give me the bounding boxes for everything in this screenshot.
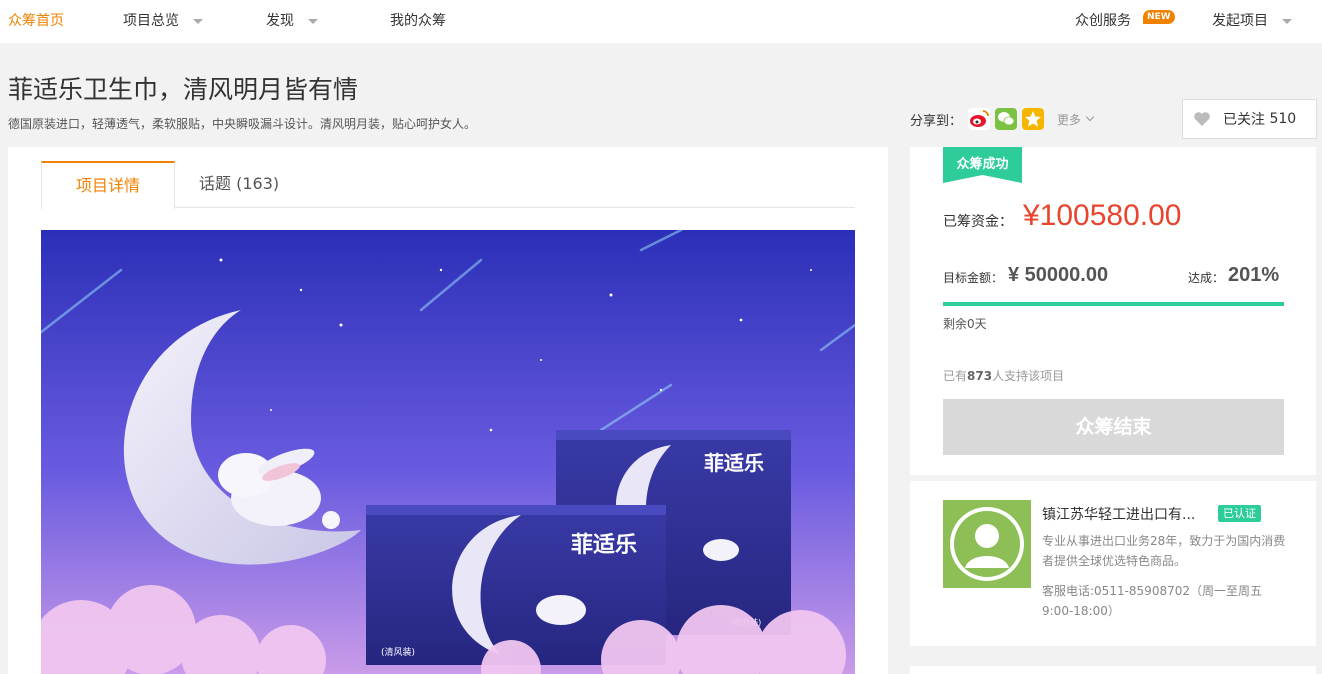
nav-home-link[interactable]: 众筹首页	[8, 0, 64, 43]
nav-launch-menu[interactable]: 发起项目	[1212, 0, 1292, 43]
user-icon	[950, 507, 1024, 581]
tab-project-details[interactable]: 项目详情	[41, 161, 175, 209]
company-name-link[interactable]: 镇江苏华轻工进出口有...	[1042, 504, 1195, 524]
follow-label: 已关注	[1223, 112, 1265, 128]
project-title: 菲适乐卫生巾，清风明月皆有情	[8, 75, 359, 104]
chevron-down-icon	[1282, 18, 1292, 24]
status-badge: 众筹成功	[956, 157, 1009, 172]
company-description: 专业从事进出口业务28年，致力于为国内消费者提供全球优选特色商品。	[1042, 534, 1286, 568]
follow-count: 510	[1269, 111, 1297, 127]
weibo-icon[interactable]	[968, 108, 991, 130]
heart-icon	[1194, 112, 1210, 126]
next-panel	[910, 666, 1316, 674]
tab-topics[interactable]: 话题 (163)	[199, 161, 279, 208]
supporters-suffix: 人支持该项目	[992, 369, 1065, 383]
project-subtitle: 德国原装进口，轻薄透气，柔软服贴，中央瞬吸漏斗设计。清风明月装，贴心呵护女人。	[8, 117, 477, 131]
company-panel: 镇江苏华轻工进出口有... 已认证 专业从事进出口业务28年，致力于为国内消费者…	[910, 481, 1316, 646]
reach-percent: 201%	[1228, 264, 1280, 286]
verified-badge: 已认证	[1218, 505, 1261, 522]
funding-panel: 众筹成功 已筹资金： ¥100580.00 目标金额： ¥ 50000.00 达…	[910, 147, 1316, 475]
progress-bar	[943, 302, 1284, 306]
supporters-prefix: 已有	[943, 369, 968, 383]
company-phone: 客服电话:0511-85908702（周一至周五9:00-18:00）	[1042, 584, 1262, 618]
avatar[interactable]	[943, 500, 1031, 588]
chevron-down-icon	[1085, 112, 1095, 122]
nav-discover-label: 发现	[266, 13, 294, 29]
chevron-down-icon	[193, 18, 203, 24]
supporters-count: 已有873人支持该项目	[943, 367, 1064, 384]
share-bar: 分享到： 更多	[910, 108, 1095, 130]
share-more-button[interactable]: 更多	[1057, 111, 1095, 128]
box-brand-text-2: 菲适乐	[704, 451, 764, 475]
new-badge: NEW	[1143, 10, 1175, 24]
project-detail-panel: 项目详情 话题 (163) 菲适乐 菲适乐 (清风装)	[8, 147, 888, 674]
goal-amount: ¥ 50000.00	[1008, 264, 1109, 286]
follow-button[interactable]: 已关注 510	[1182, 99, 1317, 139]
nav-overview-label: 项目总览	[123, 13, 179, 29]
nav-my-link[interactable]: 我的众筹	[390, 0, 446, 43]
reach-label: 达成：	[1188, 271, 1225, 285]
crowdfunding-ended-button[interactable]: 众筹结束	[943, 399, 1284, 455]
supporters-number: 873	[967, 369, 993, 383]
goal-label: 目标金额：	[943, 271, 1004, 285]
nav-overview-menu[interactable]: 项目总览	[123, 0, 203, 43]
nav-service-link[interactable]: 众创服务	[1075, 0, 1131, 43]
project-hero-image: 菲适乐 (明月装) 菲适乐 (清风装)	[41, 230, 855, 674]
tabs: 项目详情 话题 (163)	[41, 161, 855, 209]
share-label: 分享到：	[910, 113, 963, 129]
raised-label: 已筹资金：	[943, 214, 1013, 230]
progress-fill	[943, 302, 1284, 306]
nav-launch-label: 发起项目	[1212, 13, 1268, 29]
box-label-1: (清风装)	[381, 646, 415, 658]
remaining-days: 剩余0天	[943, 317, 987, 331]
top-nav: 众筹首页 项目总览 发现 我的众筹 众创服务 NEW 发起项目	[0, 0, 1322, 43]
wechat-icon[interactable]	[995, 108, 1018, 130]
raised-amount: ¥100580.00	[1023, 199, 1182, 232]
qzone-icon[interactable]	[1022, 108, 1045, 130]
share-more-label: 更多	[1057, 112, 1082, 127]
box-brand-text-1: 菲适乐	[571, 533, 637, 558]
nav-discover-menu[interactable]: 发现	[266, 0, 318, 43]
chevron-down-icon	[308, 18, 318, 24]
